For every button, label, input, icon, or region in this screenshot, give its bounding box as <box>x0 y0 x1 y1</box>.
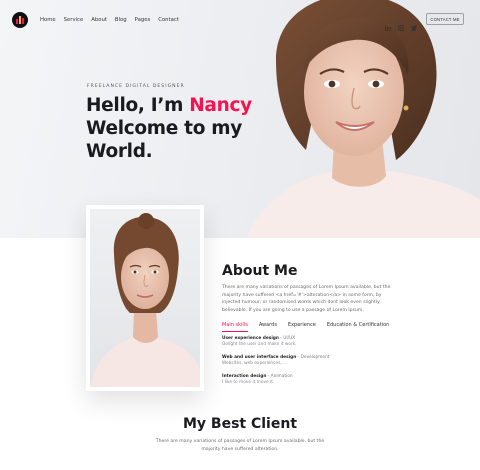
clients-description: There are many variations of passages of… <box>155 439 325 452</box>
nav-about[interactable]: About <box>91 17 107 23</box>
about-description: There are many variations of passages of… <box>222 285 391 313</box>
hero-headline: Hello, I’m Nancy Welcome to my World. <box>86 94 252 163</box>
contact-me-button[interactable]: CONTACT ME <box>426 13 464 25</box>
clients-title: My Best Client <box>182 416 298 432</box>
main-nav: Home Service About Blog Pages Contact <box>40 17 179 23</box>
hero-section: Home Service About Blog Pages Contact CO… <box>0 0 480 238</box>
about-photo-card <box>86 205 204 391</box>
tab-awards[interactable]: Awards <box>259 322 277 332</box>
hero-line-2: Welcome to my <box>86 118 243 139</box>
hero-name: Nancy <box>189 95 252 116</box>
about-tabs: Main skills Awards Experience Education … <box>222 322 389 332</box>
about-portrait-image <box>90 209 200 387</box>
skill-subtitle: - Animation <box>266 374 293 379</box>
skill-title: User experience design <box>222 336 279 341</box>
hero-eyebrow: FREELANCE DIGITAL DESIGNER <box>87 84 185 89</box>
social-links <box>385 16 417 32</box>
hero-portrait-image <box>246 0 480 238</box>
nav-blog[interactable]: Blog <box>115 17 127 23</box>
skill-subtitle: - Development <box>296 355 330 360</box>
hero-line-3: World. <box>86 141 153 162</box>
twitter-icon[interactable] <box>411 16 417 32</box>
nav-home[interactable]: Home <box>40 17 56 23</box>
tab-main-skills[interactable]: Main skills <box>222 322 248 332</box>
linkedin-icon[interactable] <box>385 16 391 31</box>
skill-subtitle: - UI/UX <box>278 336 296 341</box>
skill-item: Web and user interface design - Developm… <box>222 355 397 367</box>
nav-contact[interactable]: Contact <box>158 17 179 23</box>
hero-greeting: Hello, I’m <box>86 95 190 116</box>
skill-description: Websites, web experiences, ... <box>222 361 288 366</box>
skill-title: Web and user interface design <box>222 355 297 360</box>
skill-title: Interaction design <box>222 374 267 379</box>
nav-pages[interactable]: Pages <box>135 17 151 23</box>
skill-item: Interaction design - Animation I like to… <box>222 374 397 386</box>
skills-list: User experience design - UI/UX Delight t… <box>222 336 397 393</box>
skill-description: I like to move it move it. <box>222 380 275 385</box>
tab-education[interactable]: Education & Certification <box>327 322 389 332</box>
skill-description: Delight the user and make it work. <box>222 342 297 347</box>
nav-service[interactable]: Service <box>64 17 84 23</box>
site-logo-icon[interactable] <box>12 12 28 28</box>
skill-item: User experience design - UI/UX Delight t… <box>222 336 397 348</box>
instagram-icon[interactable] <box>398 16 404 31</box>
tab-experience[interactable]: Experience <box>288 322 316 332</box>
about-title: About Me <box>222 263 298 279</box>
